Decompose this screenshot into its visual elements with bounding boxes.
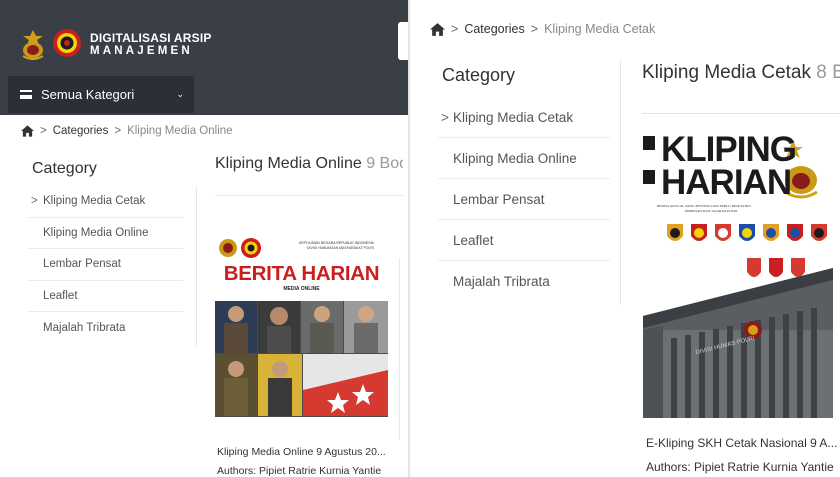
brand-title: DIGITALISASI ARSIP [90,31,212,45]
cover-title: BERITA HARIAN [223,262,380,285]
polri-logo [22,30,44,60]
breadcrumb-separator: > [451,22,459,36]
category-item-label: Leaflet [43,289,78,302]
breadcrumb: > Categories > Kliping Media Online [21,125,233,137]
right-panel: > Categories > Kliping Media Cetak Categ… [408,0,840,477]
chevron-down-icon: ⌄ [176,89,184,99]
section-divider [642,113,840,114]
category-item-leaflet[interactable]: Leaflet [28,281,183,312]
hamburger-icon [20,90,32,99]
category-item-label: Kliping Media Cetak [453,109,574,125]
breadcrumb-separator: > [530,22,539,36]
section-divider [215,195,403,196]
cover-tagline: BERITA AKTUAL YANG PENTING DAN PERLU DIK… [657,204,751,208]
book-cover-berita-harian[interactable]: KEPOLISIAN NEGARA REPUBLIK INDONESIA DIV… [215,230,388,417]
category-item-label: Majalah Tribrata [43,321,126,334]
category-list: > Kliping Media Cetak Kliping Media Onlin… [438,97,610,302]
search-box-edge[interactable] [398,22,408,60]
category-item-label: Lembar Pensat [43,258,121,271]
cover-subheader: DIVISI HUBUNGAN MASYARAKAT POLRI [307,246,374,250]
all-categories-button[interactable]: Semua Kategori ⌄ [8,76,194,113]
category-heading: Category [442,65,516,85]
category-item-label: Majalah Tribrata [453,274,550,289]
category-item-kliping-media-cetak[interactable]: > Kliping Media Cetak [28,186,183,218]
breadcrumb-current: Kliping Media Cetak [544,22,656,36]
divhumas-logo [53,29,81,57]
book-cover-art [215,230,388,417]
category-item-label: Leaflet [453,232,494,248]
breadcrumb-separator: > [40,125,47,137]
sidebar-divider [196,186,197,346]
home-icon[interactable] [21,125,34,137]
book-cover-kliping-harian[interactable]: KLIPING HARIAN BERITA AKTUAL YANG PENTIN… [643,130,833,418]
breadcrumb-separator: > [114,125,122,137]
brand-subtitle: MANAJEMEN [90,45,193,57]
screenshot-root: DIGITALISASI ARSIP MANAJEMEN Semua Kateg… [0,0,840,477]
cover-subtitle: MEDIA ONLINE [283,286,320,292]
chevron-right-icon: > [31,195,38,208]
category-item-label: Kliping Media Online [453,150,577,166]
section-count: 9 Boo [366,155,403,172]
site-header: DIGITALISASI ARSIP MANAJEMEN Semua Kateg… [0,0,408,115]
book-caption-title[interactable]: Kliping Media Online 9 Agustus 20... [217,446,386,458]
category-item-leaflet[interactable]: Leaflet [438,220,610,261]
home-icon[interactable] [430,22,445,36]
all-categories-label: Semua Kategori [41,87,135,102]
category-item-label: Kliping Media Online [43,226,149,239]
cover-tagline-2: PIMPINAN DAN JAJARAN POLRI [685,209,738,213]
category-item-majalah-tribrata[interactable]: Majalah Tribrata [438,261,610,302]
category-item-lembar-pensat[interactable]: Lembar Pensat [28,249,183,281]
category-item-kliping-media-online[interactable]: Kliping Media Online [28,218,183,249]
category-item-label: Kliping Media Cetak [43,195,146,208]
category-list: > Kliping Media Cetak Kliping Media Onlin… [28,186,183,344]
section-title-text: Kliping Media Online [215,155,362,172]
breadcrumb-current: Kliping Media Online [127,125,233,137]
category-heading: Category [32,160,97,177]
cover-header: KEPOLISIAN NEGARA REPUBLIK INDONESIA [299,241,374,245]
section-title-text: Kliping Media Cetak [642,62,811,83]
cover-title-line-2: HARIAN [661,163,792,202]
section-title: Kliping Media Cetak 8 Bo [642,62,840,84]
book-caption-authors: Authors: Pipiet Ratrie Kurnia Yantie [646,460,834,474]
book-caption-authors: Authors: Pipiet Ratrie Kurnia Yantie [217,465,382,477]
breadcrumb-categories-link[interactable]: Categories [464,22,524,36]
book-caption-title[interactable]: E-Kliping SKH Cetak Nasional 9 A... [646,436,837,450]
category-item-lembar-pensat[interactable]: Lembar Pensat [438,179,610,220]
sidebar-divider [620,60,621,305]
category-item-majalah-tribrata[interactable]: Majalah Tribrata [28,312,183,344]
chevron-right-icon: > [441,109,449,125]
section-count: 8 Bo [816,62,840,83]
card-divider [399,258,400,440]
left-panel: DIGITALISASI ARSIP MANAJEMEN Semua Kateg… [0,0,408,477]
category-item-kliping-media-online[interactable]: Kliping Media Online [438,138,610,179]
category-item-label: Lembar Pensat [453,191,545,207]
breadcrumb: > Categories > Kliping Media Cetak [430,22,655,36]
breadcrumb-categories-link[interactable]: Categories [53,125,109,137]
category-item-kliping-media-cetak[interactable]: > Kliping Media Cetak [438,97,610,138]
section-title: Kliping Media Online 9 Boo [215,155,403,173]
